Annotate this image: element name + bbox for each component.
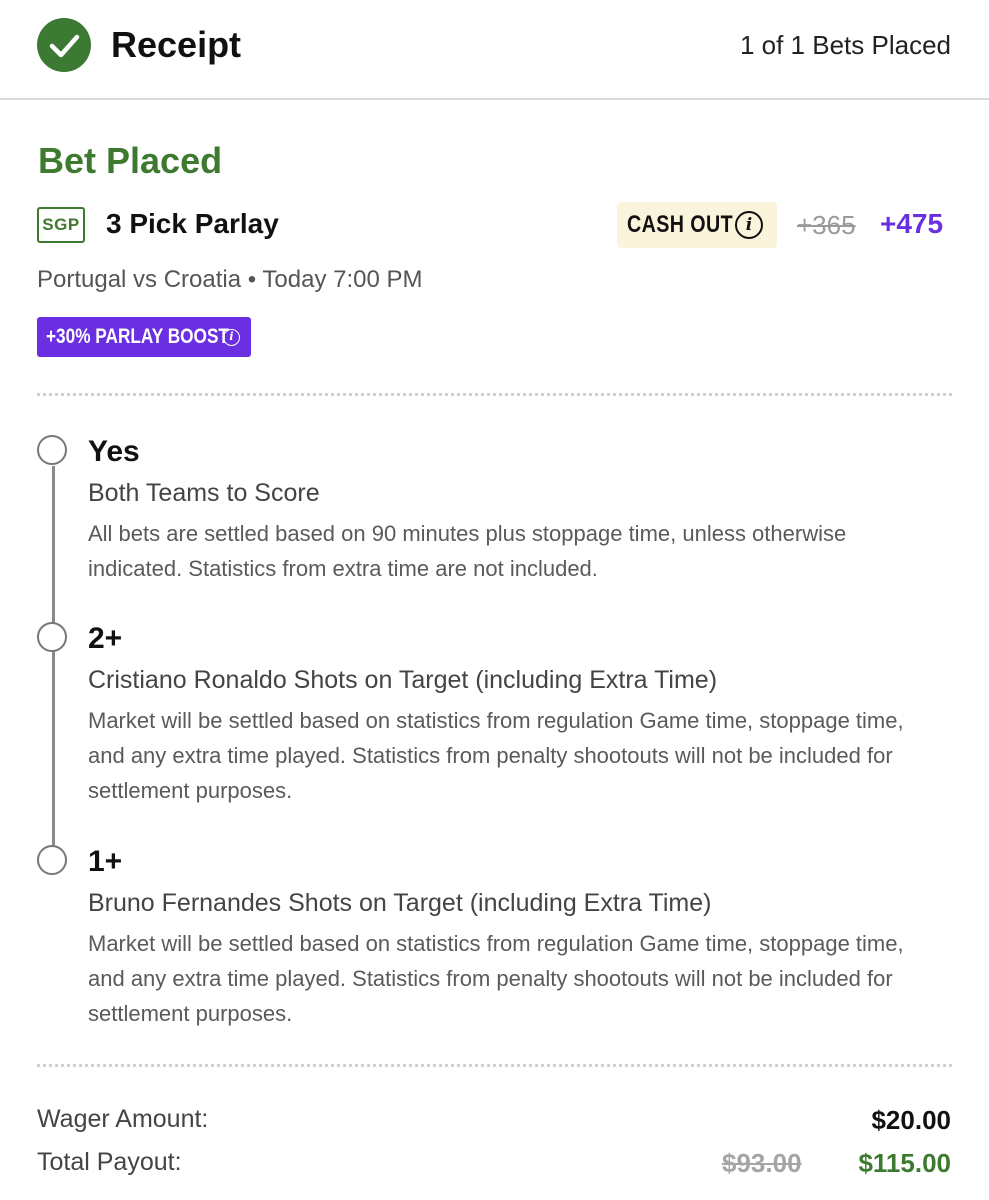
leg-description: Market will be settled based on statisti… <box>88 708 904 803</box>
leg-market: Both Teams to Score <box>88 479 320 507</box>
leg-pick: 1+ <box>88 845 123 878</box>
leg-market: Bruno Fernandes Shots on Target (includi… <box>88 889 712 917</box>
cash-out-label: CASH OUT <box>627 211 734 238</box>
check-circle-icon <box>37 18 91 72</box>
leg-pick: Yes <box>88 435 140 468</box>
sgp-badge: SGP <box>37 207 85 243</box>
parlay-boost-badge[interactable]: +30% PARLAY BOOST i <box>37 317 251 357</box>
divider <box>37 1064 952 1067</box>
info-icon[interactable]: i <box>735 211 763 239</box>
bet-title: 3 Pick Parlay <box>106 208 279 239</box>
timeline-line <box>52 466 55 861</box>
boosted-payout: $115.00 <box>858 1148 951 1178</box>
timeline-circle-icon <box>37 622 67 652</box>
divider <box>37 393 952 396</box>
page-title: Receipt <box>111 24 242 65</box>
receipt-header: Receipt 1 of 1 Bets Placed <box>0 0 989 100</box>
leg-pick: 2+ <box>88 622 123 655</box>
match-separator: • <box>247 266 257 293</box>
boost-info-icon[interactable]: i <box>223 329 240 346</box>
timeline-circle-icon <box>37 435 67 465</box>
bet-status: Bet Placed <box>38 140 223 181</box>
leg-description: All bets are settled based on 90 minutes… <box>88 521 847 581</box>
payout-label: Total Payout: <box>37 1148 182 1176</box>
wager-label: Wager Amount: <box>37 1105 209 1133</box>
match-name: Portugal vs Croatia <box>37 266 242 293</box>
leg-market: Cristiano Ronaldo Shots on Target (inclu… <box>88 666 718 694</box>
parlay-boost-label: +30% PARLAY BOOST <box>46 325 229 348</box>
original-odds: +365 <box>797 210 856 240</box>
bets-placed-count: 1 of 1 Bets Placed <box>739 30 951 60</box>
original-payout: $93.00 <box>722 1148 802 1178</box>
boosted-odds: +475 <box>880 208 944 239</box>
match-info: Portugal vs Croatia • Today 7:00 PM <box>37 266 423 294</box>
wager-value: $20.00 <box>871 1105 951 1135</box>
match-time: Today 7:00 PM <box>262 266 423 293</box>
timeline-circle-icon <box>37 845 67 875</box>
cash-out-button[interactable]: CASH OUT i <box>617 202 777 248</box>
leg-description: Market will be settled based on statisti… <box>88 931 904 1026</box>
